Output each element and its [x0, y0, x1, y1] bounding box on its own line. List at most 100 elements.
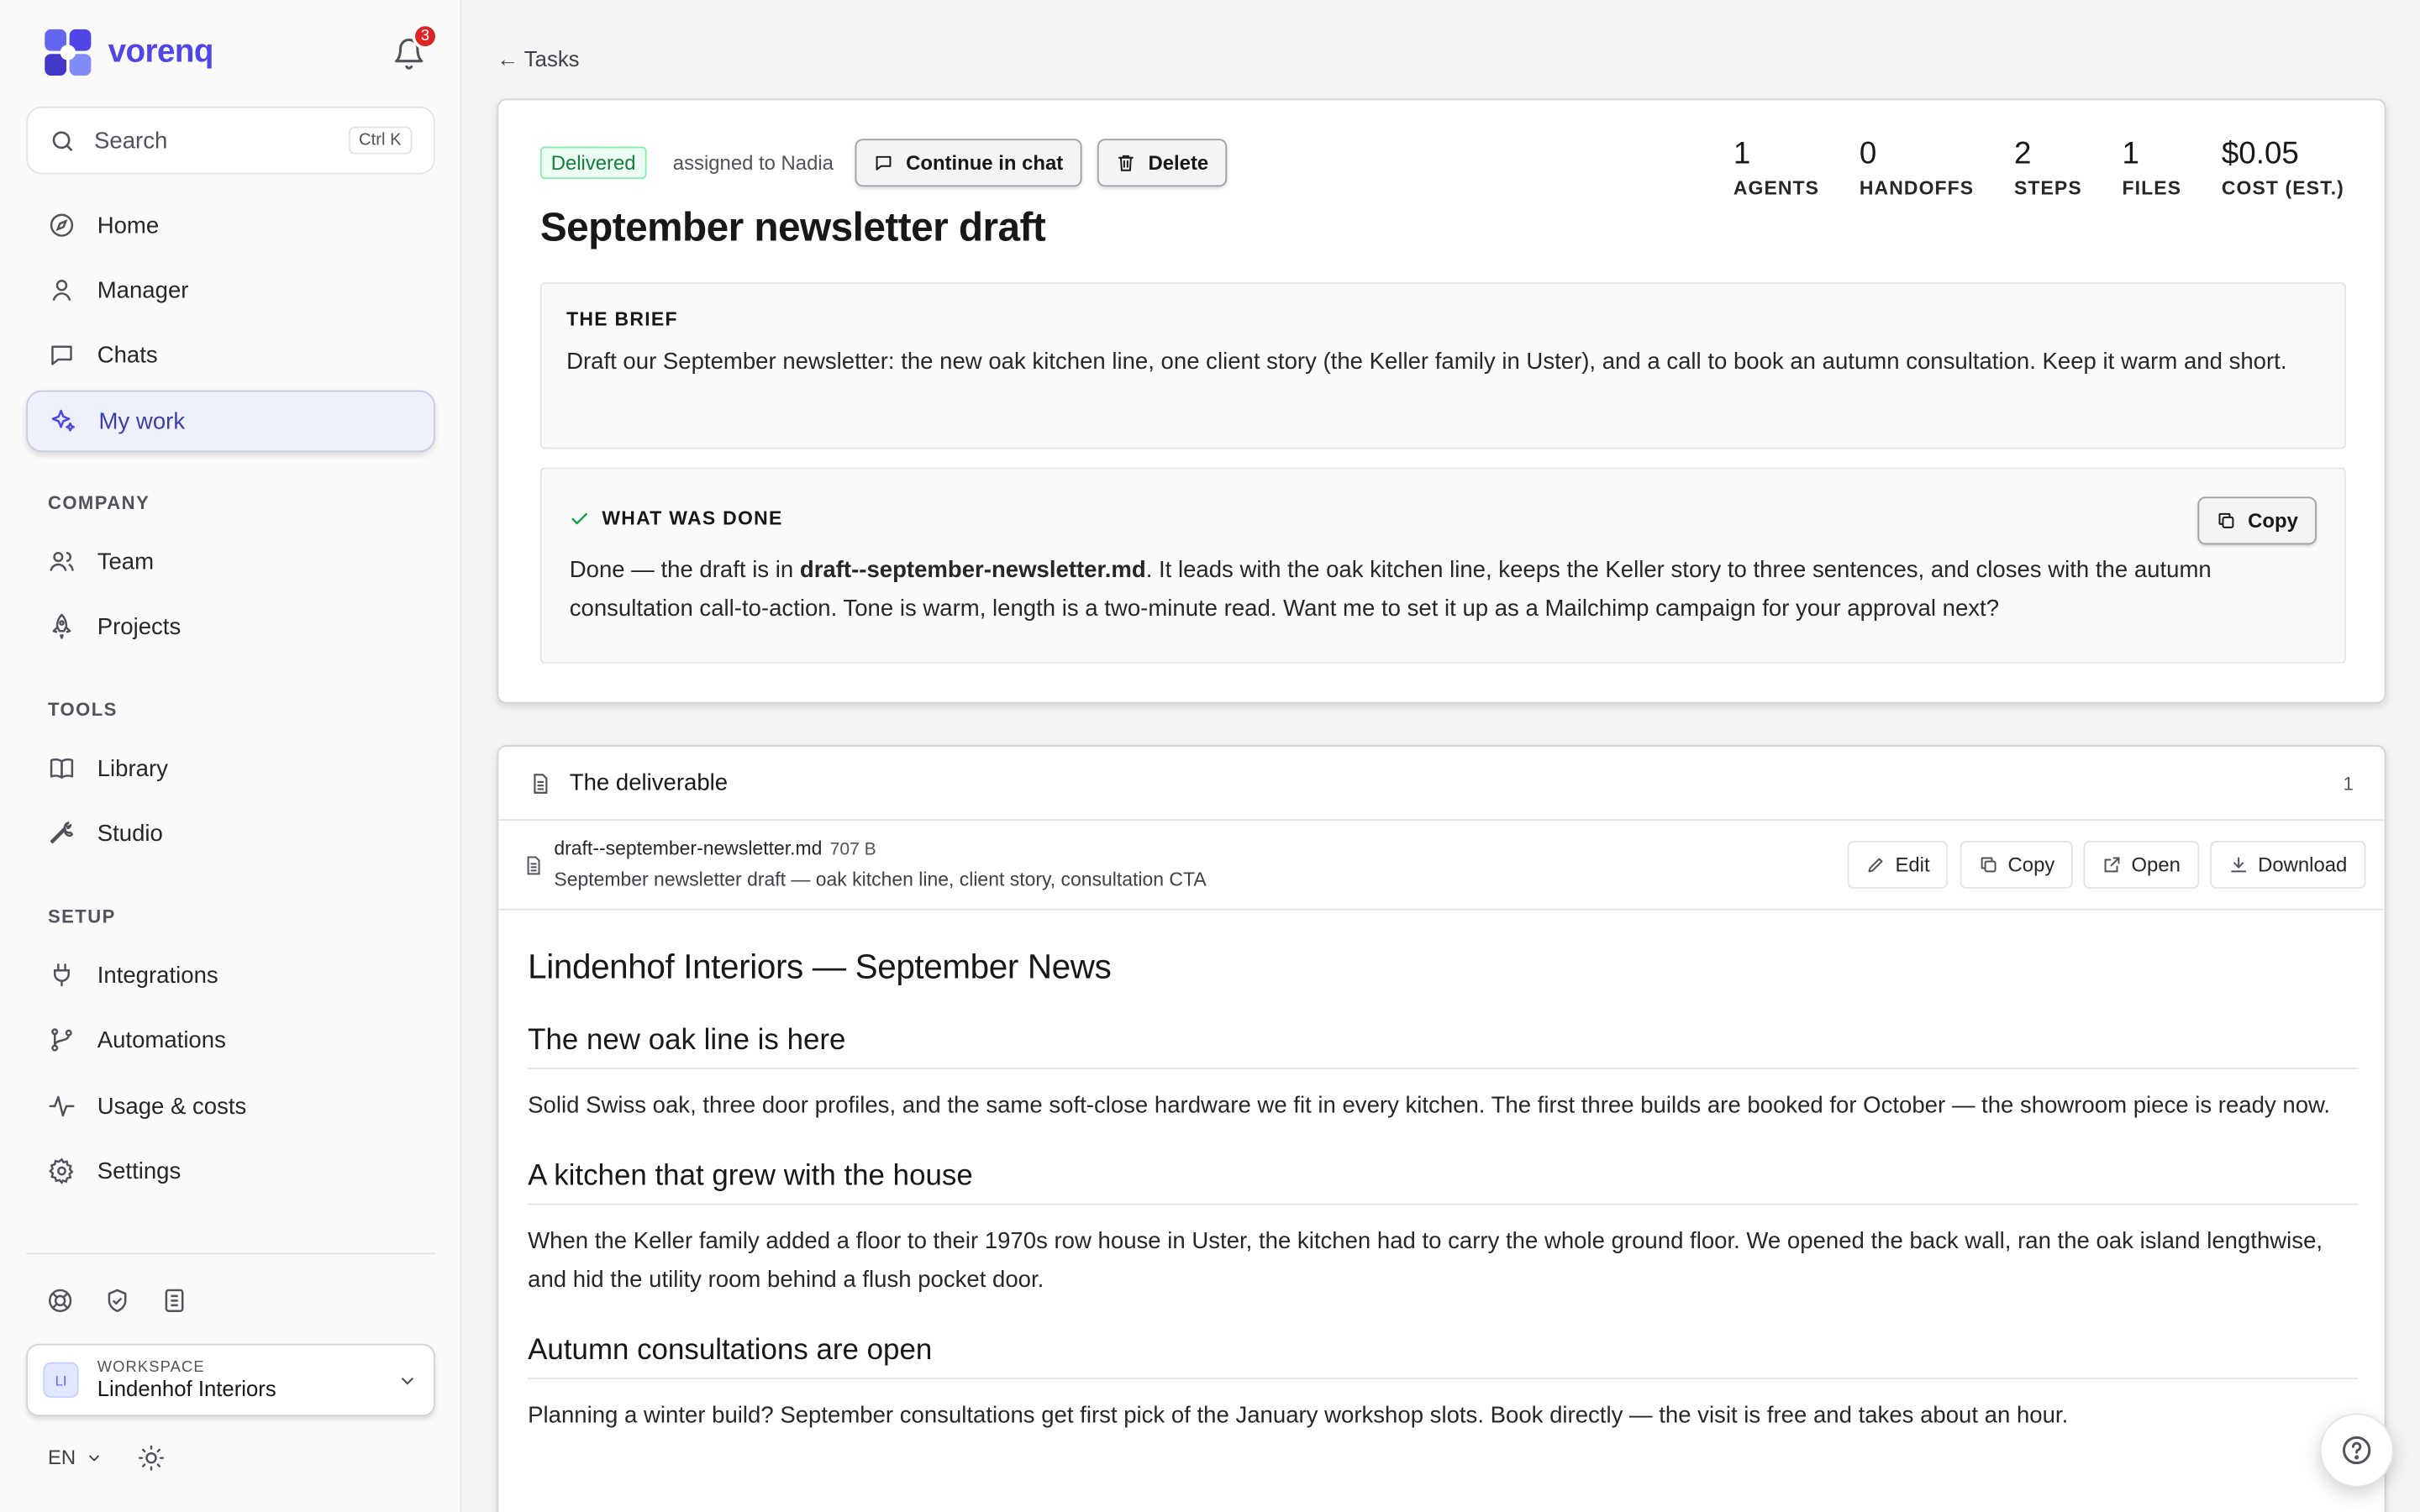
sidebar: vorenq 3 Search Ctrl K Home Manager Chat…: [0, 0, 462, 1512]
user-icon: [52, 280, 71, 302]
nav-library-label: Library: [97, 755, 168, 782]
status-badge: Delivered: [539, 146, 647, 180]
nav-home-label: Home: [97, 212, 160, 239]
users-icon: [50, 551, 74, 571]
done-file-name: draft--september-newsletter.md: [799, 557, 1146, 584]
stat-value: 0: [1859, 137, 1877, 171]
nav-usage-costs[interactable]: Usage & costs: [26, 1075, 435, 1137]
done-heading: WHAT WAS DONE: [602, 507, 783, 529]
nav-automations[interactable]: Automations: [26, 1009, 435, 1070]
language-selector[interactable]: EN: [48, 1446, 103, 1469]
section-company: COMPANY: [47, 491, 150, 514]
doc-title: Lindenhof Interiors — September News: [528, 947, 1112, 986]
file-name-line: draft--september-newsletter.md 707 B: [554, 837, 876, 859]
copy-file-button[interactable]: Copy: [1960, 841, 2074, 889]
chat-icon: [51, 345, 72, 365]
back-to-tasks-link[interactable]: ← Tasks: [497, 46, 579, 71]
delete-button[interactable]: Delete: [1097, 139, 1228, 187]
help-button[interactable]: [2319, 1413, 2394, 1488]
doc-section-paragraph: Solid Swiss oak, three door profiles, an…: [528, 1092, 2331, 1119]
stat-value: 1: [2122, 137, 2139, 171]
pencil-icon: [1868, 858, 1883, 873]
external-link-icon: [2104, 857, 2120, 873]
nav-projects-label: Projects: [97, 613, 182, 640]
assigned-to: assigned to Nadia: [672, 150, 834, 175]
file-name: draft--september-newsletter.md: [554, 837, 823, 860]
chevron-down-icon: [401, 1376, 414, 1384]
nav-home[interactable]: Home: [26, 194, 435, 255]
trash-icon: [1118, 155, 1134, 171]
copy-icon: [2217, 512, 2233, 528]
continue-in-chat-button[interactable]: Continue in chat: [855, 139, 1082, 187]
download-button[interactable]: Download: [2210, 841, 2366, 889]
brief-panel: THE BRIEF Draft our September newsletter…: [539, 282, 2346, 449]
nav-library[interactable]: Library: [26, 738, 435, 799]
deliverable-header: The deliverable 1: [498, 747, 2385, 822]
search-icon: [52, 130, 73, 150]
lifebuoy-icon[interactable]: [46, 1287, 74, 1315]
document-icon[interactable]: [160, 1287, 188, 1315]
search-label: Search: [94, 127, 168, 154]
notification-badge: 3: [412, 23, 439, 50]
nav-usage-costs-label: Usage & costs: [97, 1093, 247, 1120]
workspace-switcher[interactable]: LI WORKSPACE Lindenhof Interiors: [26, 1343, 435, 1417]
edit-button[interactable]: Edit: [1847, 841, 1949, 889]
vorenq-logo-icon: [45, 29, 92, 76]
copy-summary-button[interactable]: Copy: [2196, 496, 2317, 545]
file-description: September newsletter draft — oak kitchen…: [554, 869, 1207, 890]
nav-projects[interactable]: Projects: [26, 596, 435, 657]
nav-manager[interactable]: Manager: [26, 260, 435, 321]
stat-steps: 2 STEPS: [2014, 137, 2082, 198]
nav-chats-label: Chats: [97, 341, 158, 369]
section-setup: SETUP: [47, 906, 116, 927]
stat-agents: 1 AGENTS: [1733, 137, 1819, 198]
wrench-icon: [50, 822, 74, 844]
copy-file-label: Copy: [2007, 853, 2055, 877]
done-text-pre: Done — the draft is in: [569, 557, 800, 584]
workspace-name: Lindenhof Interiors: [97, 1376, 276, 1401]
stat-label: AGENTS: [1733, 177, 1820, 199]
stat-value: $0.05: [2221, 137, 2299, 171]
brand[interactable]: vorenq: [43, 28, 213, 77]
search-box[interactable]: Search Ctrl K: [26, 106, 435, 175]
nav-integrations-label: Integrations: [97, 962, 218, 989]
plug-icon: [53, 963, 70, 987]
sidebar-divider: [26, 1252, 435, 1255]
branch-icon: [51, 1028, 72, 1052]
stat-cost: $0.05 COST (EST.): [2222, 137, 2344, 198]
task-card: Delivered assigned to Nadia Continue in …: [497, 98, 2386, 704]
nav-my-work-label: My work: [98, 407, 186, 435]
delete-label: Delete: [1148, 150, 1209, 175]
nav-chats[interactable]: Chats: [26, 324, 435, 386]
stat-value: 1: [1733, 137, 1751, 171]
book-icon: [50, 758, 74, 779]
nav-automations-label: Automations: [97, 1026, 226, 1053]
stat-label: STEPS: [2013, 177, 2082, 199]
task-title: September newsletter draft: [539, 203, 1046, 250]
document-icon: [534, 773, 548, 793]
task-stats: 1 AGENTS 0 HANDOFFS 2 STEPS 1 FILES $0.05 COS…: [1733, 137, 2344, 198]
sun-icon[interactable]: [137, 1444, 165, 1472]
gear-icon: [49, 1158, 74, 1184]
footer-icons: [46, 1287, 188, 1315]
deliverable-count: 1: [2343, 772, 2354, 794]
chevron-down-icon: [88, 1454, 100, 1461]
nav-studio[interactable]: Studio: [26, 802, 435, 864]
shield-check-icon[interactable]: [103, 1287, 131, 1315]
nav-settings[interactable]: Settings: [26, 1140, 435, 1201]
open-label: Open: [2131, 853, 2181, 877]
doc-section-heading: The new oak line is here: [528, 1025, 2359, 1069]
deliverable-heading: The deliverable: [569, 769, 729, 796]
stat-label: HANDOFFS: [1859, 177, 1975, 199]
open-button[interactable]: Open: [2083, 841, 2199, 889]
file-row: draft--september-newsletter.md 707 B Sept…: [498, 821, 2385, 911]
nav-team[interactable]: Team: [26, 531, 435, 592]
doc-section-paragraph: When the Keller family added a floor to …: [528, 1228, 2323, 1294]
file-icon: [527, 856, 540, 875]
nav-my-work[interactable]: My work: [26, 390, 435, 453]
stat-label: FILES: [2122, 177, 2182, 199]
stat-label: COST (EST.): [2221, 177, 2344, 199]
nav-integrations[interactable]: Integrations: [26, 944, 435, 1005]
rocket-icon: [52, 613, 71, 639]
nav-manager-label: Manager: [97, 276, 189, 303]
